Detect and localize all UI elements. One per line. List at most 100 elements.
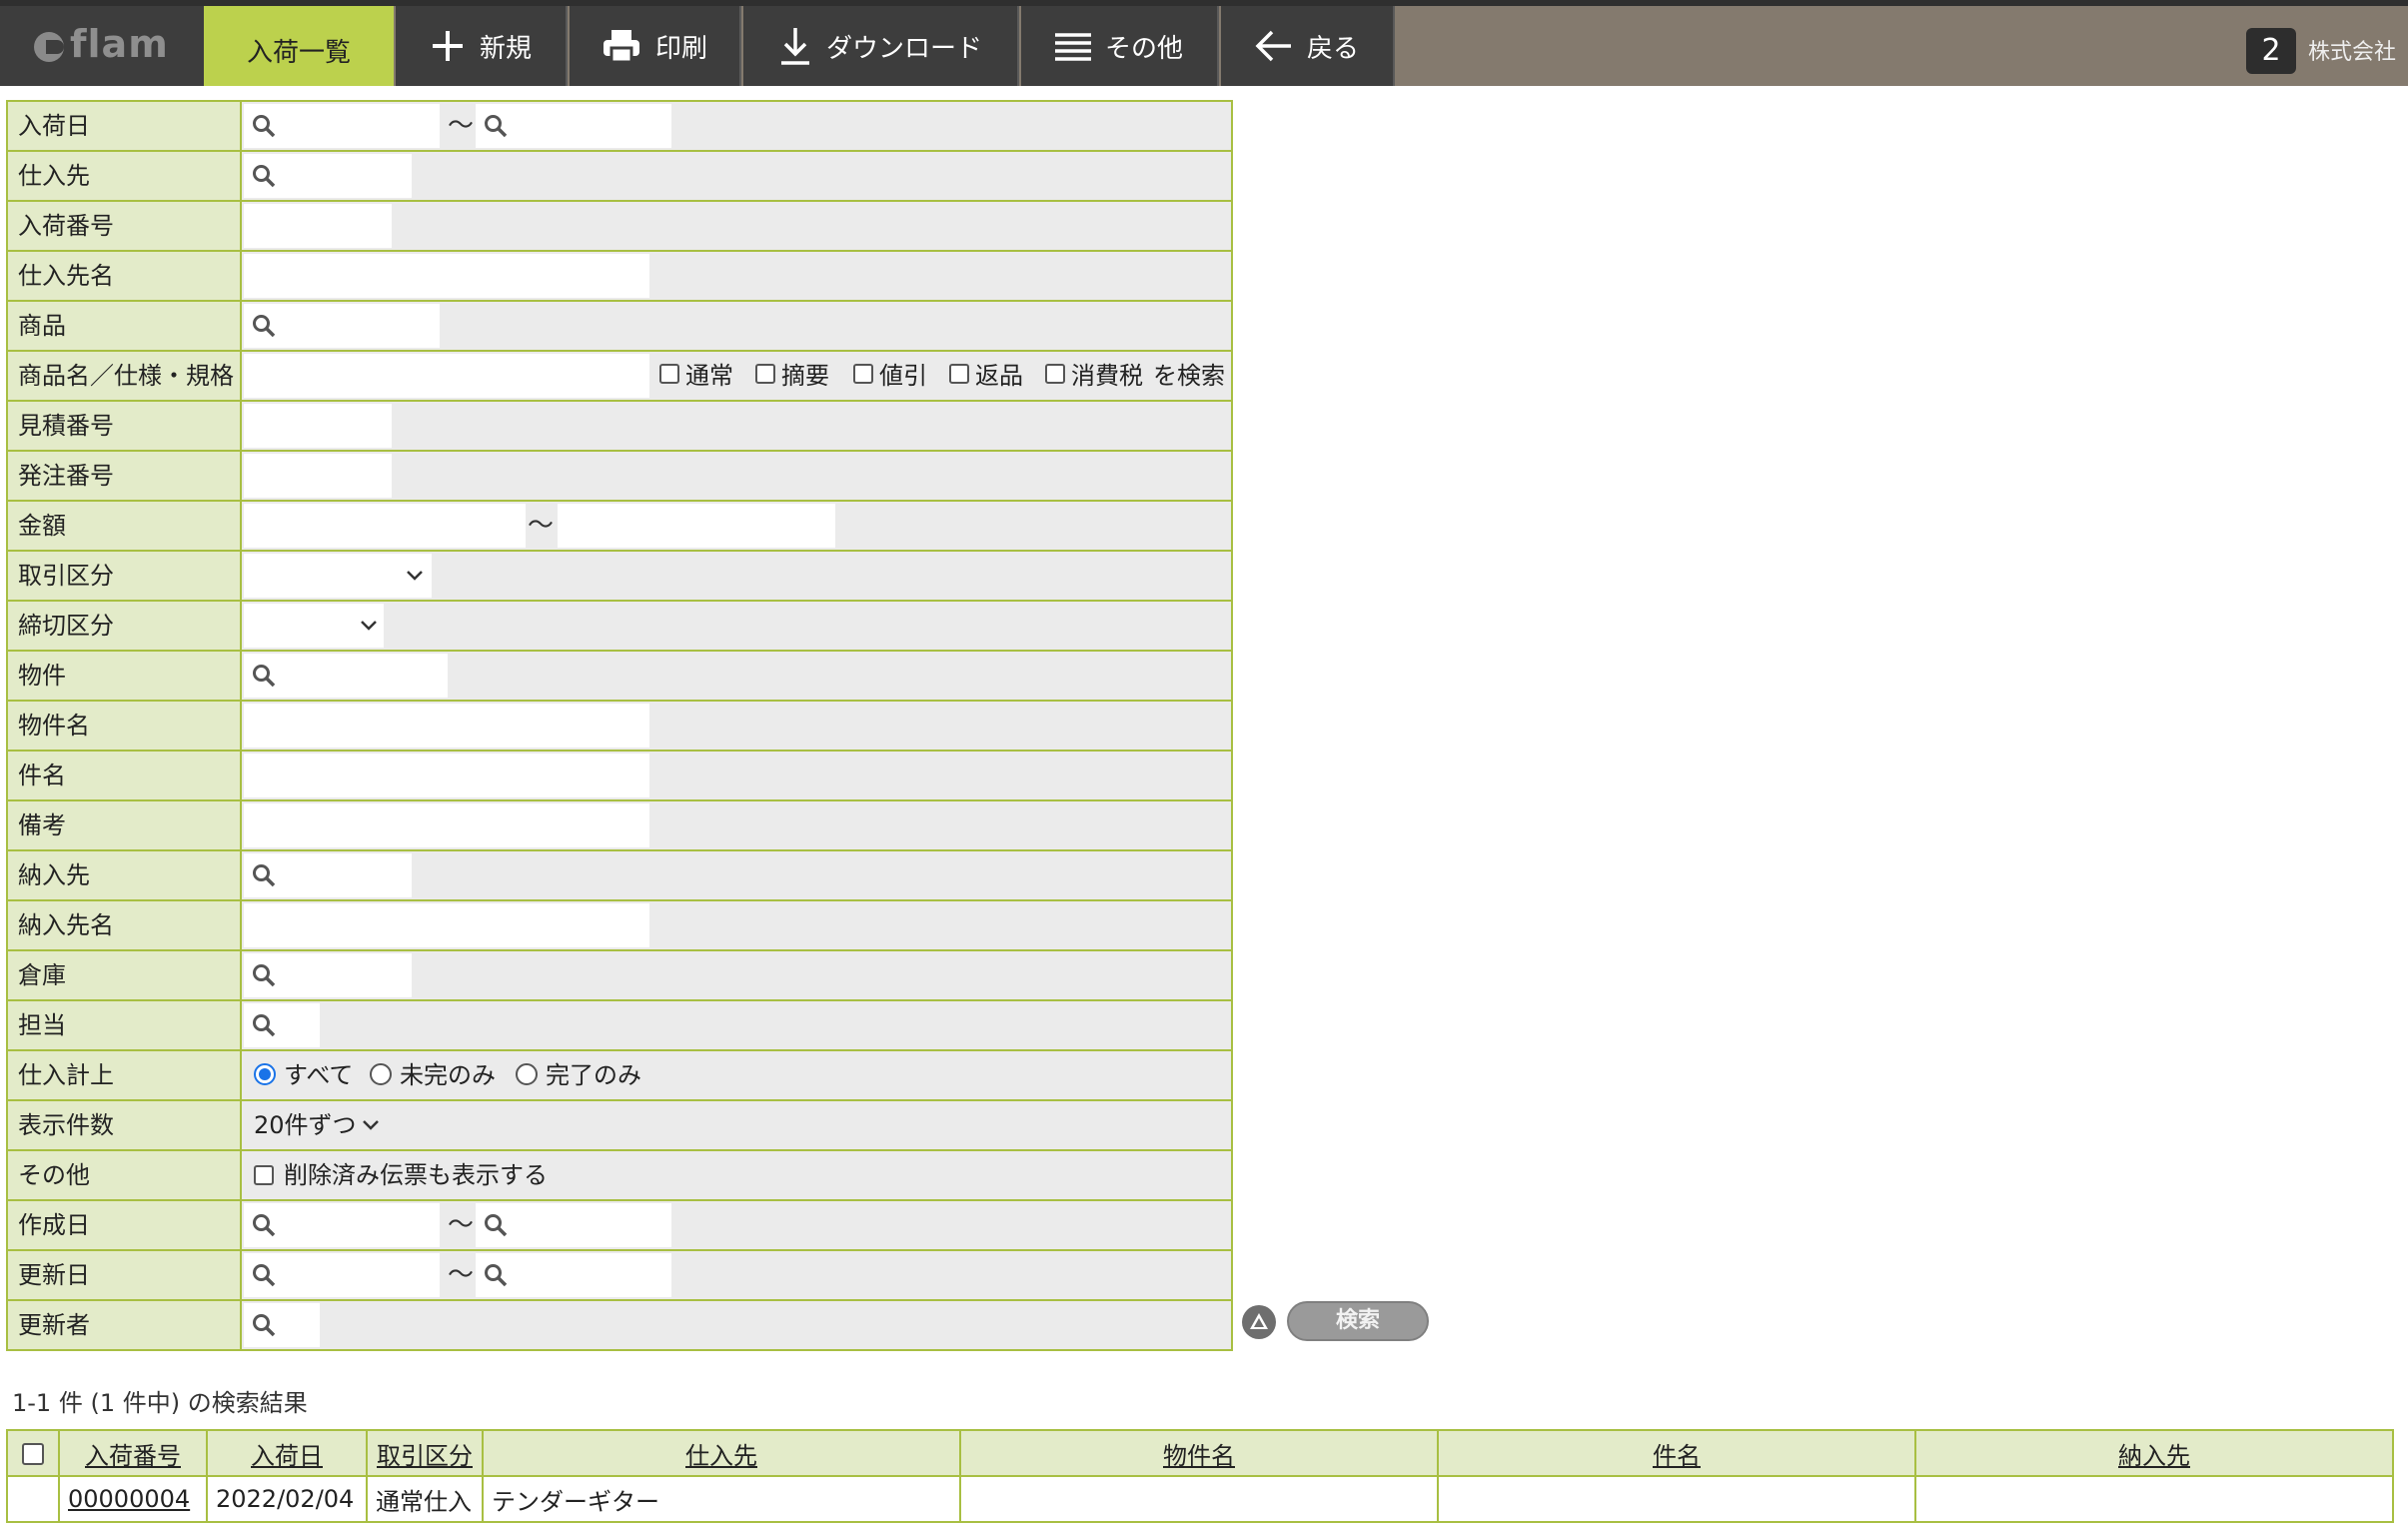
warehouse-input[interactable] <box>244 953 412 997</box>
app-logo[interactable]: flam <box>0 6 204 86</box>
table-row: 00000004 2022/02/04 通常仕入 テンダーギター <box>6 1475 2394 1523</box>
created-date-to-input[interactable] <box>476 1203 671 1247</box>
arrival-no-label: 入荷番号 <box>8 202 242 250</box>
print-button[interactable]: 印刷 <box>570 6 741 86</box>
range-tilde: ～ <box>448 1260 475 1290</box>
table-header-row: 入荷番号 入荷日 取引区分 仕入先 物件名 件名 納入先 <box>6 1429 2394 1477</box>
supplier-label: 仕入先 <box>8 152 242 200</box>
opt-return-checkbox[interactable] <box>949 364 969 384</box>
col-transaction-type[interactable]: 取引区分 <box>366 1429 484 1477</box>
arrival-date-label: 入荷日 <box>8 102 242 150</box>
col-arrival-no[interactable]: 入荷番号 <box>58 1429 208 1477</box>
search-icon <box>253 115 276 138</box>
notification-badge[interactable]: 2 <box>2246 28 2296 74</box>
plus-icon <box>432 31 463 61</box>
select-all-cell[interactable] <box>6 1429 60 1477</box>
select-all-checkbox[interactable] <box>22 1443 44 1465</box>
col-delivery-to[interactable]: 納入先 <box>1914 1429 2394 1477</box>
subject-label: 件名 <box>8 752 242 799</box>
supplier-input[interactable] <box>244 154 412 198</box>
download-button[interactable]: ダウンロード <box>743 6 1019 86</box>
row-supplier-name: 仕入先名 <box>8 250 1231 300</box>
search-form: 入荷日 ～ 仕入先 入荷番号 仕入先名 商品 商品名／仕様・規格 通常 摘要 値… <box>6 100 1233 1351</box>
row-supplier: 仕入先 <box>8 150 1231 200</box>
opt-summary-checkbox[interactable] <box>755 364 775 384</box>
product-label: 商品 <box>8 302 242 350</box>
cell-arrival-date: 2022/02/04 <box>206 1475 368 1523</box>
updated-date-to-input[interactable] <box>476 1253 671 1297</box>
back-button-label: 戻る <box>1306 33 1359 64</box>
back-button[interactable]: 戻る <box>1221 6 1395 86</box>
radio-complete-label: 完了のみ <box>546 1061 641 1089</box>
staff-input[interactable] <box>244 1003 320 1047</box>
col-supplier[interactable]: 仕入先 <box>482 1429 961 1477</box>
order-no-input[interactable] <box>244 454 392 498</box>
subject-input[interactable] <box>244 754 649 797</box>
arrival-date-to-input[interactable] <box>476 104 671 148</box>
product-name-input[interactable] <box>244 354 649 398</box>
other-menu-button[interactable]: その他 <box>1021 6 1219 86</box>
amount-to-input[interactable] <box>558 504 835 548</box>
arrival-no-link[interactable]: 00000004 <box>68 1485 190 1513</box>
range-tilde: ～ <box>448 1210 475 1240</box>
delivery-name-input[interactable] <box>244 903 649 947</box>
arrival-date-from-input[interactable] <box>244 104 440 148</box>
amount-label: 金額 <box>8 502 242 550</box>
cell-delivery-to <box>1914 1475 2394 1523</box>
other-menu-label: その他 <box>1104 33 1183 64</box>
search-icon <box>253 964 276 987</box>
range-tilde: ～ <box>528 511 555 541</box>
opt-summary-label: 摘要 <box>781 362 829 390</box>
radio-all[interactable] <box>254 1063 276 1085</box>
row-arrival-date: 入荷日 ～ <box>8 102 1231 150</box>
show-deleted-label: 削除済み伝票も表示する <box>284 1161 548 1189</box>
product-input[interactable] <box>244 304 440 348</box>
display-count-select[interactable]: 20件ずつ <box>244 1103 386 1147</box>
col-property-name[interactable]: 物件名 <box>959 1429 1439 1477</box>
updater-input[interactable] <box>244 1303 320 1347</box>
new-button[interactable]: 新規 <box>396 6 568 86</box>
show-deleted-checkbox[interactable] <box>254 1165 274 1185</box>
amount-from-input[interactable] <box>244 504 526 548</box>
cell-arrival-no: 00000004 <box>58 1475 208 1523</box>
logo-mark-icon <box>34 32 64 62</box>
created-date-label: 作成日 <box>8 1201 242 1249</box>
supplier-name-input[interactable] <box>244 254 649 298</box>
opt-tax-checkbox[interactable] <box>1045 364 1065 384</box>
opt-search-suffix: を検索 <box>1153 362 1225 390</box>
row-delivery-name: 納入先名 <box>8 899 1231 949</box>
row-amount: 金額 ～ <box>8 500 1231 550</box>
download-button-label: ダウンロード <box>825 33 982 64</box>
delivery-name-label: 納入先名 <box>8 901 242 949</box>
row-updated-date: 更新日 ～ <box>8 1249 1231 1299</box>
radio-incomplete[interactable] <box>370 1063 392 1085</box>
property-input[interactable] <box>244 654 448 698</box>
opt-normal-checkbox[interactable] <box>659 364 679 384</box>
estimate-no-input[interactable] <box>244 404 392 448</box>
row-delivery-to: 納入先 <box>8 849 1231 899</box>
updated-date-label: 更新日 <box>8 1251 242 1299</box>
radio-complete[interactable] <box>516 1063 538 1085</box>
closing-type-select[interactable] <box>244 604 384 648</box>
arrival-no-input[interactable] <box>244 204 392 248</box>
supplier-name-label: 仕入先名 <box>8 252 242 300</box>
company-name[interactable]: 株式会社 <box>2308 34 2396 66</box>
delivery-to-input[interactable] <box>244 853 412 897</box>
opt-return-label: 返品 <box>975 362 1023 390</box>
collapse-toggle-button[interactable] <box>1242 1305 1276 1339</box>
remarks-input[interactable] <box>244 803 649 847</box>
row-transaction-type: 取引区分 <box>8 550 1231 600</box>
updated-date-from-input[interactable] <box>244 1253 440 1297</box>
transaction-type-label: 取引区分 <box>8 552 242 600</box>
created-date-from-input[interactable] <box>244 1203 440 1247</box>
new-button-label: 新規 <box>479 33 532 64</box>
property-name-input[interactable] <box>244 704 649 748</box>
opt-discount-checkbox[interactable] <box>853 364 873 384</box>
nav-tab-arrival-list[interactable]: 入荷一覧 <box>204 6 394 86</box>
col-subject[interactable]: 件名 <box>1437 1429 1916 1477</box>
col-arrival-date[interactable]: 入荷日 <box>206 1429 368 1477</box>
search-button[interactable]: 検索 <box>1287 1301 1429 1341</box>
menu-icon <box>1054 33 1091 61</box>
transaction-type-select[interactable] <box>244 554 432 598</box>
search-icon <box>485 1264 508 1287</box>
